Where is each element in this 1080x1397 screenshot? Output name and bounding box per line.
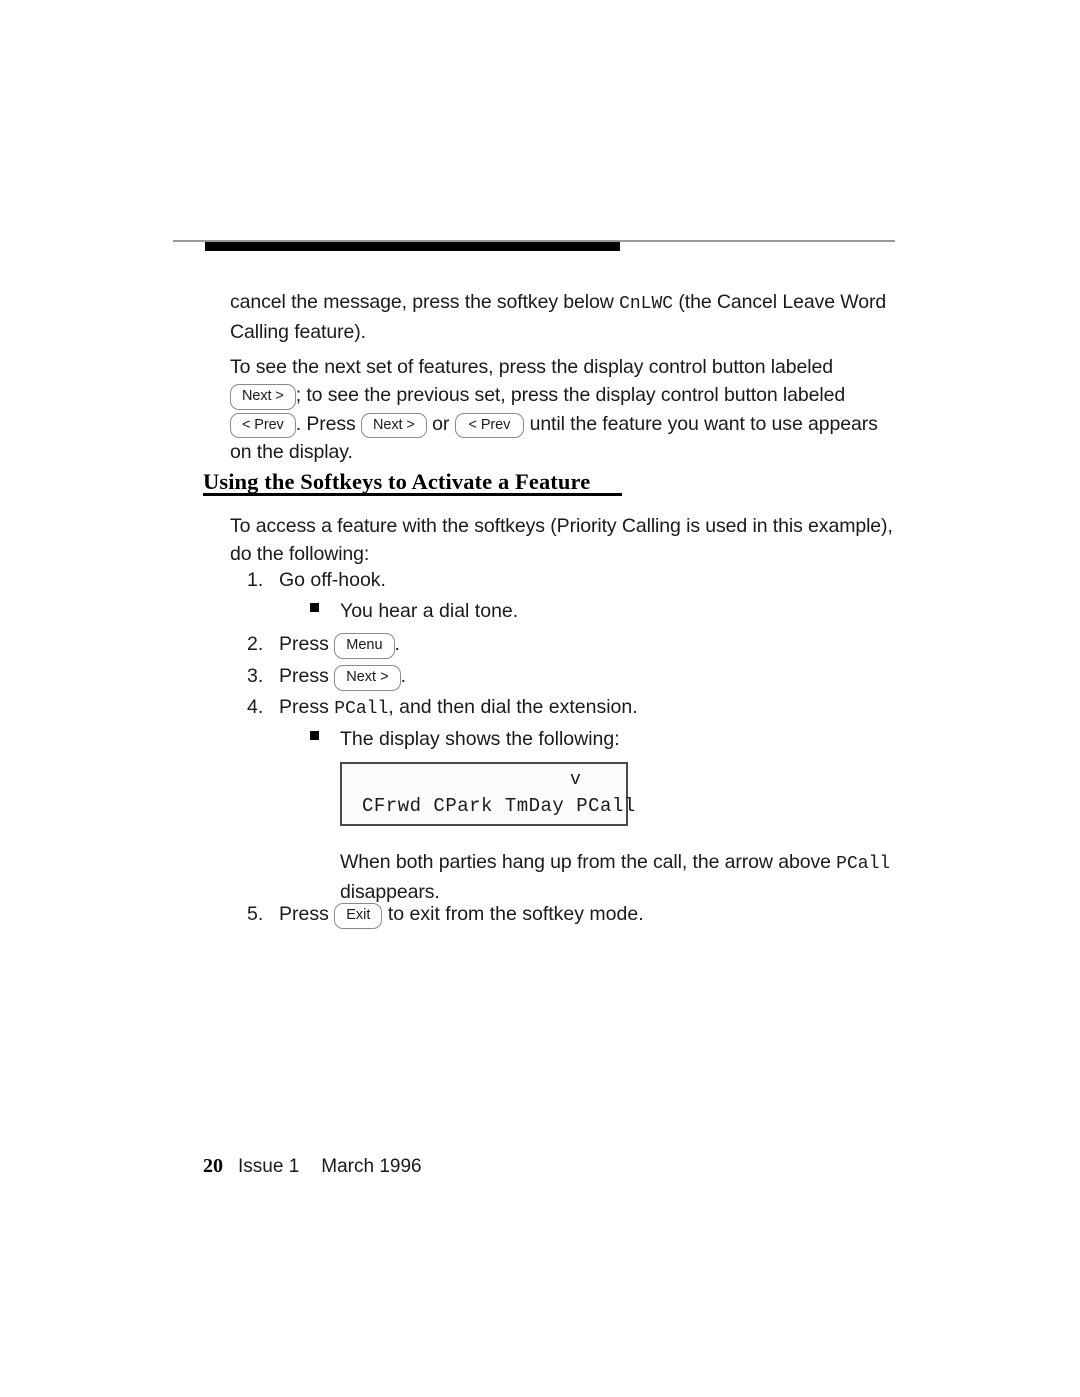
step-1-text: Go off-hook.: [279, 569, 386, 591]
key-next-3[interactable]: Next >: [334, 665, 401, 691]
footer-issue: Issue 1: [238, 1156, 300, 1177]
step-1-bullet-text: You hear a dial tone.: [340, 600, 519, 622]
pcall-code-1: PCall: [334, 699, 389, 719]
step-3-text: Press Next >.: [279, 662, 406, 691]
note-line1-a: When both parties hang up from the call,…: [340, 851, 837, 873]
bullet-marker-1: [310, 603, 319, 612]
paragraph-next-prev: To see the next set of features, press t…: [230, 353, 900, 466]
step-5-text-after: to exit from the softkey mode.: [382, 903, 644, 925]
manual-page: cancel the message, press the softkey be…: [0, 0, 1080, 1397]
step-4-bullet-text: The display shows the following:: [340, 728, 620, 750]
intro-line2: do the following:: [230, 543, 370, 565]
para2-line3-b: until the feature you want to use appear…: [524, 412, 878, 435]
para2-line2-text: ; to see the previous set, press the dis…: [295, 384, 846, 406]
para2-line4: on the display.: [230, 441, 353, 463]
step-5-text-before: Press: [279, 903, 335, 925]
key-exit[interactable]: Exit: [334, 903, 383, 929]
step-2-text: Press Menu.: [279, 630, 400, 659]
key-next-1[interactable]: Next >: [230, 384, 296, 410]
para1-text-a: cancel the message, press the softkey be…: [230, 291, 620, 313]
key-next-2[interactable]: Next >: [361, 412, 427, 438]
step-5-number: 5.: [247, 903, 264, 925]
display-softkey-row: CFrwd CPark TmDay PCall: [362, 795, 636, 817]
intro-line1: To access a feature with the softkeys (P…: [230, 515, 893, 537]
page-title: Using the Softkeys to Activate a Feature: [203, 469, 591, 494]
display-arrow-indicator: v: [570, 770, 581, 790]
section-intro: To access a feature with the softkeys (P…: [230, 512, 900, 568]
step-4-text-before: Press: [279, 696, 335, 718]
key-prev-2[interactable]: < Prev: [454, 412, 525, 438]
step-2-text-before: Press: [279, 633, 335, 655]
header-thick-bar: [205, 242, 620, 251]
page-footer: 20 Issue 1 March 1996: [203, 1155, 422, 1178]
footer-page-number: 20: [203, 1155, 223, 1177]
step-4-text: Press PCall, and then dial the extension…: [279, 693, 638, 723]
phone-display-box: v CFrwd CPark TmDay PCall: [340, 762, 635, 826]
step-4-text-after: , and then dial the extension.: [388, 696, 638, 718]
section-heading-rule: [203, 493, 622, 496]
para2-line3-or: or: [426, 412, 455, 435]
bullet-marker-2: [310, 731, 319, 740]
cnlwc-code: CnLWC: [619, 294, 674, 314]
step-3-text-after: .: [400, 665, 406, 687]
page-header-rules: [0, 240, 1080, 260]
footer-date: March 1996: [321, 1156, 422, 1177]
step-1-number: 1.: [247, 569, 264, 591]
step-3-number: 3.: [247, 665, 264, 687]
step-2-text-after: .: [394, 633, 400, 655]
para2-line1: To see the next set of features, press t…: [230, 356, 833, 378]
key-prev-1[interactable]: < Prev: [230, 412, 296, 438]
paragraph-cancel-message: cancel the message, press the softkey be…: [230, 288, 890, 346]
para1-text-b: (the Cancel Leave Word: [673, 291, 887, 313]
step-5-text: Press Exit to exit from the softkey mode…: [279, 900, 644, 929]
step-4-number: 4.: [247, 696, 264, 718]
step-2-number: 2.: [247, 633, 264, 655]
key-menu[interactable]: Menu: [334, 633, 395, 659]
para2-line3-a: . Press: [295, 412, 362, 435]
display-note: When both parties hang up from the call,…: [340, 848, 900, 906]
pcall-code-2: PCall: [836, 854, 891, 874]
step-3-text-before: Press: [279, 665, 335, 687]
para1-line2: Calling feature).: [230, 321, 366, 343]
